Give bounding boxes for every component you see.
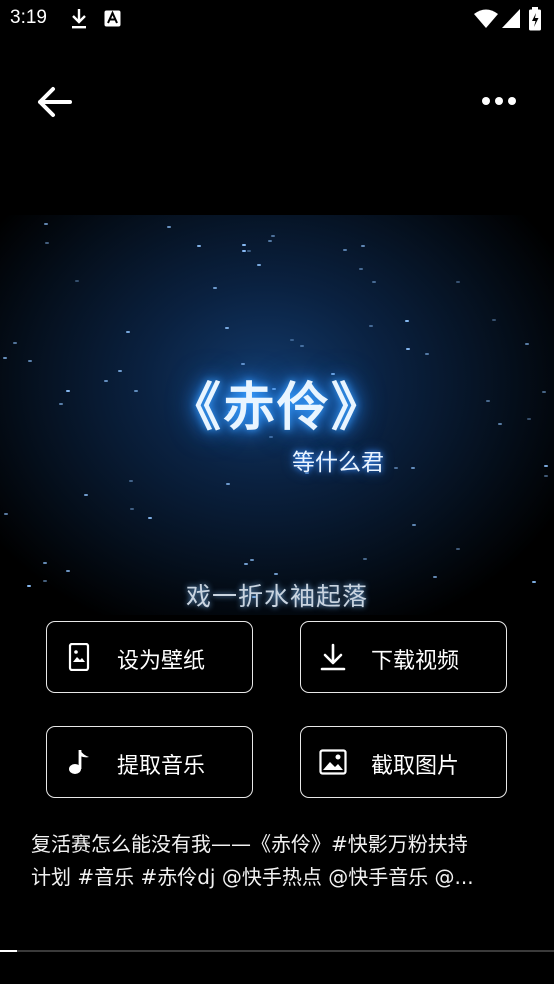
rain-speck [213,287,217,289]
rain-speck [28,360,32,362]
rain-speck [343,249,347,251]
rain-speck [525,343,529,345]
set-wallpaper-button[interactable]: 设为壁纸 [46,621,253,693]
rain-speck [406,348,410,350]
rain-speck [274,573,278,575]
video-title-overlay: 《赤伶》 [168,377,385,438]
rain-speck [268,240,272,242]
rain-speck [84,494,88,496]
extract-music-button[interactable]: 提取音乐 [46,726,253,798]
rain-speck [492,319,496,321]
download-video-label: 下载视频 [371,649,460,674]
wifi-icon [474,9,498,28]
download-video-button[interactable]: 下载视频 [300,621,507,693]
extract-music-label: 提取音乐 [117,754,206,779]
rain-speck [456,548,460,550]
rain-speck [359,268,363,270]
caption-line-1: 复活赛怎么能没有我——《赤伶》#快影万粉扶持 [31,832,468,856]
rain-speck [425,353,429,355]
rain-speck [394,467,398,469]
rain-speck [242,244,246,246]
rain-speck [3,357,7,359]
rain-speck [369,325,373,327]
rain-speck [130,508,134,510]
back-button[interactable] [30,84,80,120]
rain-speck [250,559,254,561]
rain-speck [405,320,409,322]
status-time: 3:19 [10,7,47,28]
more-options-button[interactable] [474,88,524,118]
rain-speck [45,242,49,244]
music-note-icon [69,750,89,774]
rain-speck [271,235,275,237]
rain-speck [44,223,48,225]
video-lyric-overlay: 戏一折水袖起落 [185,582,368,611]
rain-speck [226,483,230,485]
capture-image-button[interactable]: 截取图片 [300,726,507,798]
rain-speck [167,226,171,228]
rain-speck [197,245,201,247]
rain-speck [75,280,79,282]
rain-speck [411,467,415,469]
download-icon [72,9,86,29]
rain-speck [300,345,304,347]
rain-speck [257,264,261,266]
rain-speck [372,281,376,283]
phone-wallpaper-icon [68,643,90,671]
rain-speck [242,250,246,252]
rain-speck [148,517,152,519]
arrow-left-icon [38,87,72,117]
rain-speck [4,513,8,515]
video-artist-overlay: 等什么君 [292,450,384,476]
more-dots-icon [482,97,516,105]
signal-icon [502,9,520,28]
rain-speck [126,331,130,333]
rain-speck [361,245,365,247]
progress-fill [0,950,17,952]
set-wallpaper-label: 设为壁纸 [117,649,206,674]
rain-speck [456,281,460,283]
rain-speck [544,475,548,477]
rain-speck [13,342,17,344]
progress-bar[interactable] [0,950,554,952]
rain-speck [544,465,548,467]
download-icon [320,643,346,671]
rain-speck [412,524,416,526]
rain-speck [290,339,294,341]
video-caption[interactable]: 复活赛怎么能没有我——《赤伶》#快影万粉扶持 计划 #音乐 #赤伶dj @快手热… [31,828,526,894]
rain-speck [66,570,70,572]
rain-speck [244,563,248,565]
battery-icon [529,7,541,31]
top-bar [0,70,554,134]
caption-line-2: 计划 #音乐 #赤伶dj @快手热点 @快手音乐 @... [31,865,474,889]
video-player[interactable]: 《赤伶》 等什么君 戏一折水袖起落 [0,215,554,615]
rain-speck [363,558,367,560]
a-letter-icon [104,10,121,27]
rain-speck [43,562,47,564]
status-bar: 3:19 [0,0,554,40]
rain-speck [129,480,133,482]
capture-image-label: 截取图片 [371,754,460,779]
image-icon [319,749,347,775]
rain-speck [225,327,229,329]
rain-speck [247,250,251,252]
